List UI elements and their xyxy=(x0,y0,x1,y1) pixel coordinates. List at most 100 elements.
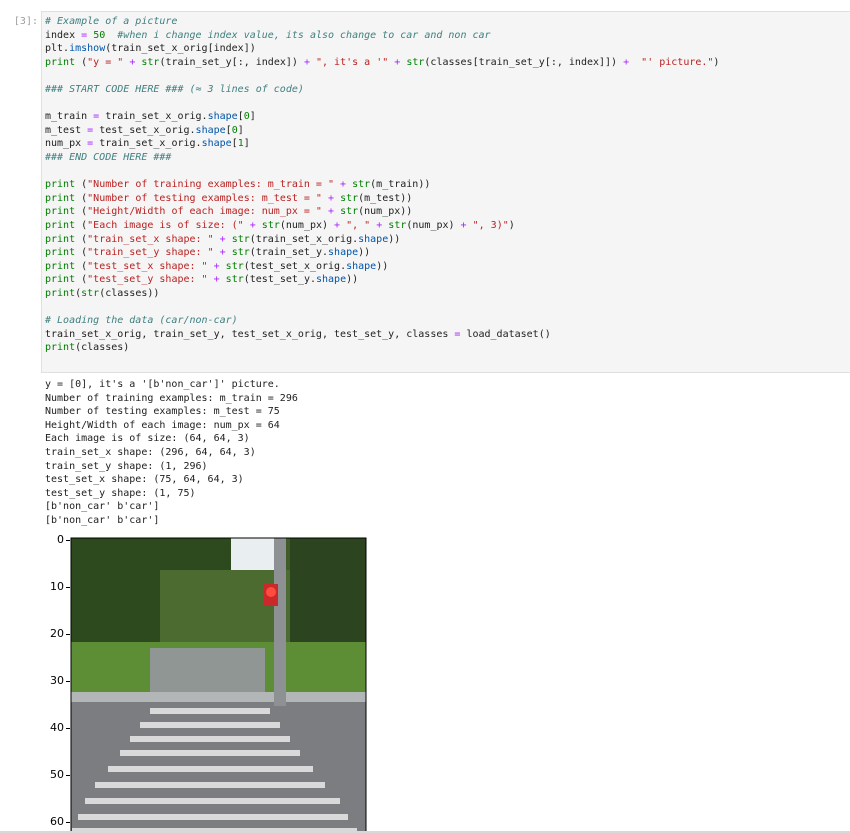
code-token: (train_set_x_orig[index]) xyxy=(105,43,256,55)
code-token: shape xyxy=(207,111,238,123)
code-token: "Number of training examples: m_train = … xyxy=(87,179,334,191)
code-token: str xyxy=(81,287,100,299)
crosswalk-stripe xyxy=(78,814,348,820)
code-token: "y = " xyxy=(87,56,124,68)
code-editor[interactable]: # Example of a picture index = 50 #when i… xyxy=(45,15,719,355)
code-line: m_test = test_set_x_orig.shape[0] xyxy=(45,124,719,138)
crosswalk-stripe xyxy=(130,736,290,742)
code-token: str xyxy=(352,179,371,191)
code-token: (train_set_y. xyxy=(249,247,329,259)
code-line: print ("Each image is of size: (" + str(… xyxy=(45,219,719,233)
code-token: print xyxy=(45,274,76,286)
code-token: (num_px) xyxy=(406,219,461,231)
code-token: (m_test)) xyxy=(358,192,413,204)
code-token: ( xyxy=(75,206,88,218)
code-token: plt. xyxy=(45,43,70,55)
code-token: ", " xyxy=(346,219,371,231)
output-line: y = [0], it's a '[b'non_car']' picture. xyxy=(45,379,280,390)
crosswalk-stripe xyxy=(150,708,270,714)
code-token: m_train xyxy=(45,111,94,123)
code-token: shape xyxy=(195,124,226,136)
output-line: [b'non_car' b'car'] xyxy=(45,501,160,513)
code-token: str xyxy=(231,233,250,245)
code-token: (classes)) xyxy=(99,287,160,299)
code-token: ( xyxy=(75,260,88,272)
street-picture xyxy=(71,538,366,833)
code-token: str xyxy=(388,219,407,231)
output-line: Number of training examples: m_train = 2… xyxy=(45,392,298,404)
code-token: "train_set_x shape: " xyxy=(87,233,214,245)
code-token: (train_set_x_orig. xyxy=(249,233,359,245)
code-token: "' picture." xyxy=(641,56,714,68)
code-token: "Height/Width of each image: num_px = " xyxy=(87,206,322,218)
code-token: shape xyxy=(201,138,232,150)
code-token: ] xyxy=(237,124,244,136)
signal-pole xyxy=(274,538,286,706)
code-token: print xyxy=(45,260,76,272)
code-token: ( xyxy=(75,274,88,286)
code-token: ", 3)" xyxy=(472,219,509,231)
code-token: (classes[train_set_y[:, index]]) xyxy=(424,56,624,68)
code-token: (num_px) xyxy=(279,219,335,231)
output-line: train_set_x shape: (296, 64, 64, 3) xyxy=(45,446,256,458)
code-token: ] xyxy=(249,111,256,123)
code-token: )) xyxy=(358,247,371,259)
code-token: train_set_x_orig, train_set_y, test_set_… xyxy=(45,328,455,340)
code-line: print ("Number of testing examples: m_te… xyxy=(45,192,719,206)
crosswalk-stripe xyxy=(108,766,313,772)
crosswalk-stripe xyxy=(140,722,280,728)
output-line: Number of testing examples: m_test = 75 xyxy=(45,406,280,418)
code-token: ", it's a '" xyxy=(316,56,389,68)
code-token: print xyxy=(45,56,76,68)
code-token: ### START CODE HERE ### (≈ 3 lines of co… xyxy=(45,83,304,95)
code-line: ### START CODE HERE ### (≈ 3 lines of co… xyxy=(45,83,719,97)
code-token: shape xyxy=(346,260,377,272)
cell-output: y = [0], it's a '[b'non_car']' picture. N… xyxy=(45,378,298,528)
cell-prompt: [3]: xyxy=(13,16,38,27)
code-token: shape xyxy=(358,233,389,245)
code-token: m_test xyxy=(45,124,88,136)
code-token: print xyxy=(45,287,76,299)
output-figure: 0 10 20 30 40 50 60 xyxy=(0,530,400,833)
code-token: "Each image is of size: (" xyxy=(87,219,244,231)
code-line: print ("train_set_y shape: " + str(train… xyxy=(45,246,719,260)
code-token: test_set_x_orig. xyxy=(93,124,196,136)
code-token: # Loading the data (car/non-car) xyxy=(45,315,238,327)
code-token: train_set_x_orig. xyxy=(99,111,208,123)
code-line: print ("test_set_y shape: " + str(test_s… xyxy=(45,273,719,287)
code-token: str xyxy=(225,274,244,286)
code-token: print xyxy=(45,233,76,245)
signal-glow xyxy=(266,587,276,597)
code-line: train_set_x_orig, train_set_y, test_set_… xyxy=(45,328,719,342)
code-token: str xyxy=(340,192,359,204)
code-token: str xyxy=(231,247,250,259)
code-token: str xyxy=(261,219,280,231)
output-line: Height/Width of each image: num_px = 64 xyxy=(45,419,280,431)
output-line: test_set_x shape: (75, 64, 64, 3) xyxy=(45,474,244,486)
code-token: shape xyxy=(328,247,359,259)
output-line: train_set_y shape: (1, 296) xyxy=(45,460,208,472)
picture-plot xyxy=(70,537,367,833)
code-token: print xyxy=(45,342,76,354)
curb xyxy=(71,692,366,702)
path-area xyxy=(150,648,265,693)
code-token: ( xyxy=(75,219,88,231)
code-line: print(str(classes)) xyxy=(45,287,719,301)
code-token: #when i change index value, its also cha… xyxy=(117,29,491,41)
code-line: print ("Number of training examples: m_t… xyxy=(45,178,719,192)
trees-middle xyxy=(160,570,290,650)
code-token: ( xyxy=(75,247,88,259)
code-line: # Example of a picture xyxy=(45,15,719,29)
code-token: print xyxy=(45,219,76,231)
code-line: index = 50 #when i change index value, i… xyxy=(45,29,719,43)
code-token: "train_set_y shape: " xyxy=(87,247,214,259)
code-token: str xyxy=(225,260,244,272)
code-token: (classes) xyxy=(75,342,130,354)
code-token: ( xyxy=(75,56,88,68)
code-token: load_dataset() xyxy=(460,328,551,340)
